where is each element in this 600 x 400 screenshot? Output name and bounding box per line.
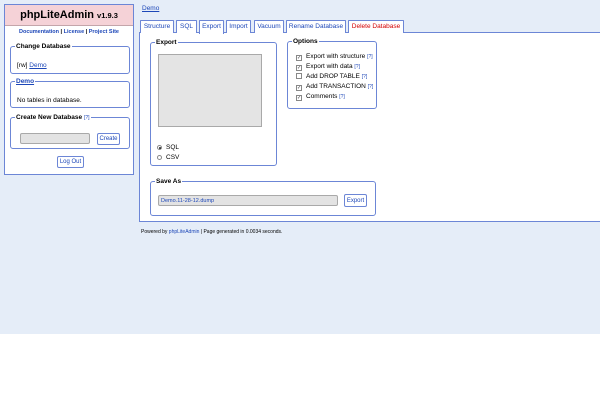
project-site-link[interactable]: Project Site [89, 29, 119, 35]
create-database-button[interactable]: Create [97, 133, 120, 145]
tab-sql[interactable]: SQL [176, 20, 197, 33]
change-database-legend: Change Database [16, 43, 71, 50]
tab-rename-database[interactable]: Rename Database [286, 20, 346, 33]
filename-input[interactable] [158, 195, 338, 206]
drop-table-checkbox[interactable] [296, 73, 302, 79]
export-panel: Export SQL CSV [150, 39, 277, 166]
comments-label: Comments [306, 93, 338, 100]
comments-help[interactable]: [?] [339, 94, 345, 100]
format-sql-label: SQL [166, 144, 180, 151]
create-database-legend: Create New Database [?] [15, 114, 91, 121]
transaction-checkbox[interactable]: ✓ [296, 85, 302, 91]
new-database-input[interactable] [20, 133, 90, 144]
current-database-legend[interactable]: Demo [15, 78, 35, 85]
create-database-title: Create New Database [16, 114, 83, 121]
format-csv-radio[interactable] [157, 155, 162, 160]
database-link-demo[interactable]: Demo [29, 62, 46, 69]
transaction-label: Add TRANSACTION [306, 83, 366, 90]
tab-export[interactable]: Export [199, 20, 224, 34]
transaction-help[interactable]: [?] [368, 84, 374, 90]
option-export-structure[interactable]: ✓ Export with structure [?] [296, 53, 373, 61]
app-header: phpLiteAdmin v1.9.3 [5, 5, 133, 26]
logout-button[interactable]: Log Out [57, 156, 84, 168]
page-footer: Powered by phpLiteAdmin | Page generated… [141, 229, 282, 235]
create-database-panel: Create New Database [?] Create [10, 114, 130, 149]
export-structure-checkbox[interactable]: ✓ [296, 55, 302, 61]
format-csv-option[interactable]: CSV [157, 154, 179, 161]
export-structure-help[interactable]: [?] [367, 54, 373, 60]
footer-phpliteadmin-link[interactable]: phpLiteAdmin [169, 229, 200, 235]
format-sql-radio[interactable] [157, 145, 162, 150]
db-permission: [rw] [17, 62, 28, 69]
license-link[interactable]: License [64, 29, 84, 35]
breadcrumb-database[interactable]: Demo [142, 5, 159, 12]
option-transaction[interactable]: ✓ Add TRANSACTION [?] [296, 83, 373, 91]
documentation-link[interactable]: Documentation [19, 29, 59, 35]
export-structure-label: Export with structure [306, 53, 366, 60]
tab-import[interactable]: Import [226, 20, 251, 33]
options-legend: Options [293, 38, 318, 45]
tab-vacuum[interactable]: Vacuum [254, 20, 284, 33]
footer-suffix: | Page generated in 0.0034 seconds. [199, 229, 283, 235]
drop-table-help[interactable]: [?] [362, 74, 368, 80]
export-button[interactable]: Export [344, 194, 367, 207]
app-name: phpLiteAdmin [20, 9, 95, 21]
app-version: v1.9.3 [97, 11, 118, 20]
save-as-panel: Save As Export [150, 178, 376, 216]
format-csv-label: CSV [166, 154, 180, 161]
option-comments[interactable]: ✓ Comments [?] [296, 93, 345, 101]
no-tables-message: No tables in database. [17, 97, 82, 104]
current-database-panel: Demo No tables in database. [10, 78, 130, 108]
option-export-data[interactable]: ✓ Export with data [?] [296, 63, 360, 71]
export-data-checkbox[interactable]: ✓ [296, 65, 302, 71]
format-sql-option[interactable]: SQL [157, 144, 179, 151]
drop-table-label: Add DROP TABLE [306, 73, 360, 80]
export-data-label: Export with data [306, 63, 353, 70]
export-legend: Export [156, 39, 177, 46]
sidebar: phpLiteAdmin v1.9.3 Documentation | Licen… [4, 4, 134, 175]
comments-checkbox[interactable]: ✓ [296, 95, 302, 101]
export-data-help[interactable]: [?] [354, 64, 360, 70]
change-database-panel: Change Database [rw] Demo [10, 43, 130, 74]
current-database-link[interactable]: Demo [16, 78, 34, 85]
export-tables-select[interactable] [158, 54, 262, 127]
option-drop-table[interactable]: Add DROP TABLE [?] [296, 73, 367, 80]
footer-prefix: Powered by [141, 229, 169, 235]
tab-structure[interactable]: Structure [140, 20, 174, 33]
doc-links: Documentation | License | Project Site [5, 29, 133, 35]
tab-delete-database[interactable]: Delete Database [348, 20, 404, 33]
save-as-legend: Save As [156, 178, 182, 185]
options-panel: Options ✓ Export with structure [?] ✓ Expo… [287, 38, 377, 109]
create-database-help[interactable]: [?] [84, 115, 90, 121]
database-entry: [rw] Demo [17, 62, 47, 69]
